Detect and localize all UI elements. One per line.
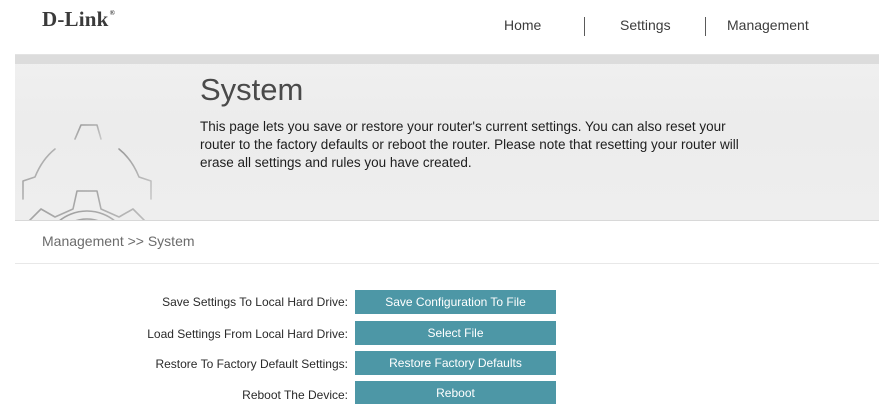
page-banner: System This page lets you save or restor… <box>15 55 879 221</box>
page-description: This page lets you save or restore your … <box>200 118 800 172</box>
page: D-Link® Home Settings Management System … <box>0 0 879 404</box>
breadcrumb-divider <box>15 263 879 264</box>
description-line: erase all settings and rules you have cr… <box>200 155 472 170</box>
nav-management[interactable]: Management <box>727 17 809 33</box>
logo-registered-mark: ® <box>109 9 115 17</box>
load-settings-label: Load Settings From Local Hard Drive: <box>147 327 348 341</box>
nav-settings[interactable]: Settings <box>620 17 671 33</box>
save-settings-label: Save Settings To Local Hard Drive: <box>162 295 348 309</box>
nav-separator <box>705 17 706 36</box>
select-file-button[interactable]: Select File <box>355 321 556 345</box>
description-line: router to the factory defaults or reboot… <box>200 137 739 152</box>
breadcrumb: Management >> System <box>42 233 195 249</box>
nav-home[interactable]: Home <box>504 17 541 33</box>
save-configuration-button[interactable]: Save Configuration To File <box>355 290 556 314</box>
gear-icon <box>15 105 215 221</box>
banner-top-strip <box>15 55 879 64</box>
restore-defaults-label: Restore To Factory Default Settings: <box>155 357 348 371</box>
reboot-button[interactable]: Reboot <box>355 381 556 404</box>
reboot-label: Reboot The Device: <box>242 388 348 402</box>
restore-factory-defaults-button[interactable]: Restore Factory Defaults <box>355 351 556 375</box>
description-line: This page lets you save or restore your … <box>200 119 726 134</box>
nav-separator <box>584 17 585 36</box>
top-navigation-bar: D-Link® Home Settings Management <box>0 0 879 55</box>
page-title: System <box>200 72 304 107</box>
main-nav: Home Settings Management <box>0 17 879 37</box>
banner-divider <box>15 220 879 221</box>
